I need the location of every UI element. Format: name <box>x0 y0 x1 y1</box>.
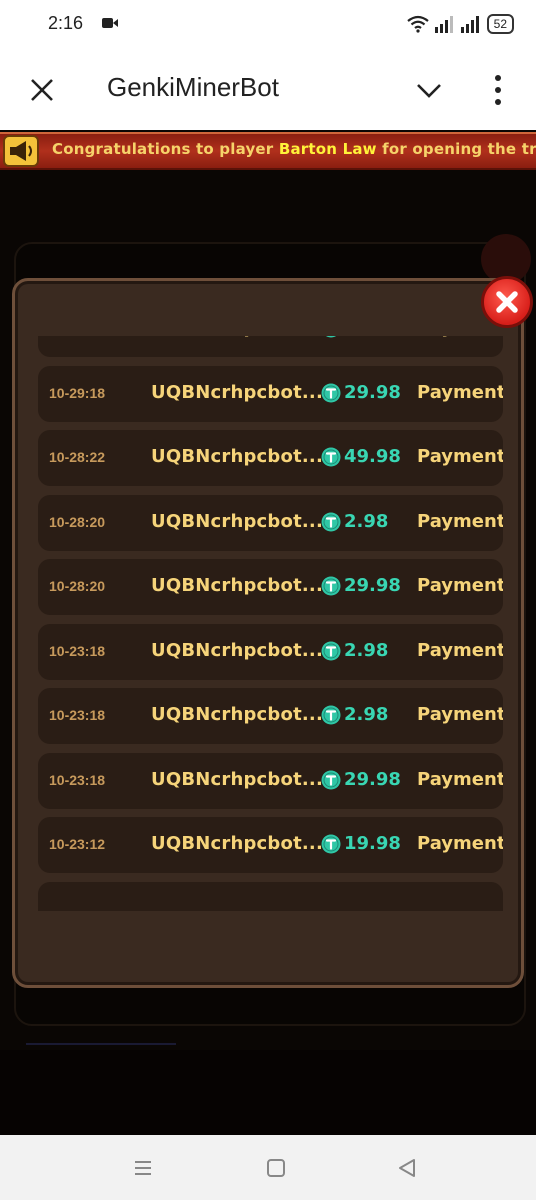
signal-icon <box>434 16 453 33</box>
transaction-date: 10-23:18 <box>49 707 106 723</box>
transaction-type: Payment <box>417 704 503 725</box>
video-record-icon <box>102 18 118 28</box>
announcement-ticker: Congratulations to player Barton Law for… <box>0 132 536 170</box>
ticker-message: Congratulations to player Barton Law for… <box>52 140 536 158</box>
transaction-type: Payment <box>417 381 503 403</box>
signal-icon-2 <box>460 16 479 33</box>
transaction-row[interactable]: 10-29:18 UQBNcrhpcbot... 29.98 Payment <box>38 365 503 422</box>
back-icon[interactable] <box>394 1155 420 1181</box>
transaction-address: UQBNcrhpcbot... <box>151 639 323 661</box>
ton-coin-icon <box>321 705 341 725</box>
transaction-date: 10-28:22 <box>49 449 106 465</box>
transaction-date: 10-23:18 <box>49 771 106 788</box>
transaction-row[interactable]: 10-28:20 UQBNcrhpcbot... 29.98 Payment <box>38 559 503 615</box>
transaction-row[interactable]: 10-23:18 UQBNcrhpcbot... 29.98 Payment <box>38 752 503 809</box>
transaction-address: UQBNcrhpcbot... <box>151 768 323 790</box>
modal-close-button[interactable] <box>481 276 533 328</box>
transaction-amount: 29.98 <box>344 768 401 790</box>
transaction-list[interactable]: 10-29:18UQBNcrhpcbot...2.98Payment10-29:… <box>38 336 503 911</box>
status-icons: 52 <box>406 12 514 36</box>
transaction-amount: 2.98 <box>344 704 389 725</box>
transaction-row[interactable]: 10-23:18 UQBNcrhpcbot... 2.98 Payment <box>38 623 503 680</box>
ticker-prefix: Congratulations to player <box>52 140 274 158</box>
close-icon[interactable] <box>26 74 58 106</box>
background-link <box>26 1023 176 1045</box>
system-nav-bar <box>0 1135 536 1200</box>
transaction-row[interactable]: 10-29:18UQBNcrhpcbot...2.98Payment <box>38 336 503 357</box>
transaction-type: Payment <box>417 336 503 338</box>
ton-coin-icon <box>321 576 341 596</box>
transaction-amount: 49.98 <box>344 446 401 467</box>
ton-coin-icon <box>325 336 337 338</box>
wifi-icon <box>406 15 429 33</box>
transaction-row[interactable]: 10-23:18 UQBNcrhpcbot... 2.98 Payment <box>38 688 503 744</box>
transaction-date: 10-23:18 <box>49 642 106 659</box>
ton-coin-icon <box>321 447 341 467</box>
transaction-type: Payment <box>417 510 503 532</box>
transaction-address: UQBNcrhpcbot... <box>151 381 323 403</box>
transaction-address: UQBNcrhpcbot... <box>151 510 323 532</box>
transaction-address: UQBNcrhpcbot... <box>151 446 323 467</box>
ton-coin-icon <box>321 512 341 531</box>
status-bar: 2:16 52 <box>0 0 536 50</box>
transaction-date: 10-29:18 <box>49 384 106 401</box>
chevron-down-icon[interactable] <box>414 78 444 102</box>
transaction-amount: 2.98 <box>344 336 388 338</box>
transaction-type: Payment <box>417 575 503 596</box>
home-icon[interactable] <box>263 1155 289 1181</box>
transaction-type: Payment <box>417 639 503 661</box>
transaction-row[interactable]: 10-23:12 UQBNcrhpcbot... 19.98 Payment <box>38 817 503 873</box>
game-area: Congratulations to player Barton Law for… <box>0 130 536 1135</box>
megaphone-icon <box>3 135 39 167</box>
status-time: 2:16 <box>48 13 84 33</box>
ticker-suffix: for opening the treasu <box>382 140 536 158</box>
transaction-amount: 19.98 <box>344 833 401 854</box>
ton-coin-icon <box>321 383 341 402</box>
recent-apps-icon[interactable] <box>130 1155 156 1181</box>
app-title: GenkiMinerBot <box>107 72 279 102</box>
transaction-amount: 29.98 <box>344 381 401 403</box>
transaction-amount: 2.98 <box>344 639 389 661</box>
close-icon <box>496 291 518 313</box>
transaction-row-partial <box>38 881 503 911</box>
ton-coin-icon <box>321 641 341 660</box>
transaction-history-modal: 10-29:18UQBNcrhpcbot...2.98Payment10-29:… <box>12 278 524 988</box>
app-header: GenkiMinerBot <box>0 50 536 130</box>
transaction-address: UQBNcrhpcbot... <box>151 833 323 854</box>
transaction-date: 10-28:20 <box>49 578 106 594</box>
background-bottom-nav <box>0 1050 536 1135</box>
transaction-date: 10-23:12 <box>49 836 106 852</box>
more-options-icon[interactable] <box>488 72 508 108</box>
transaction-type: Payment <box>417 446 503 467</box>
ticker-player: Barton Law <box>278 140 377 158</box>
battery-indicator: 52 <box>486 14 514 34</box>
transaction-date: 10-28:20 <box>49 513 106 530</box>
ton-coin-icon <box>321 770 341 789</box>
transaction-address: UQBNcrhpcbot... <box>151 336 323 338</box>
transaction-address: UQBNcrhpcbot... <box>151 704 323 725</box>
transaction-type: Payment <box>417 833 503 854</box>
ton-coin-icon <box>321 834 341 854</box>
background-resource-bar <box>0 168 536 200</box>
transaction-row[interactable]: 10-28:22 UQBNcrhpcbot... 49.98 Payment <box>38 430 503 486</box>
transaction-row[interactable]: 10-28:20 UQBNcrhpcbot... 2.98 Payment <box>38 494 503 551</box>
transaction-address: UQBNcrhpcbot... <box>151 575 323 596</box>
transaction-type: Payment <box>417 768 503 790</box>
transaction-amount: 2.98 <box>344 510 389 532</box>
transaction-amount: 29.98 <box>344 575 401 596</box>
